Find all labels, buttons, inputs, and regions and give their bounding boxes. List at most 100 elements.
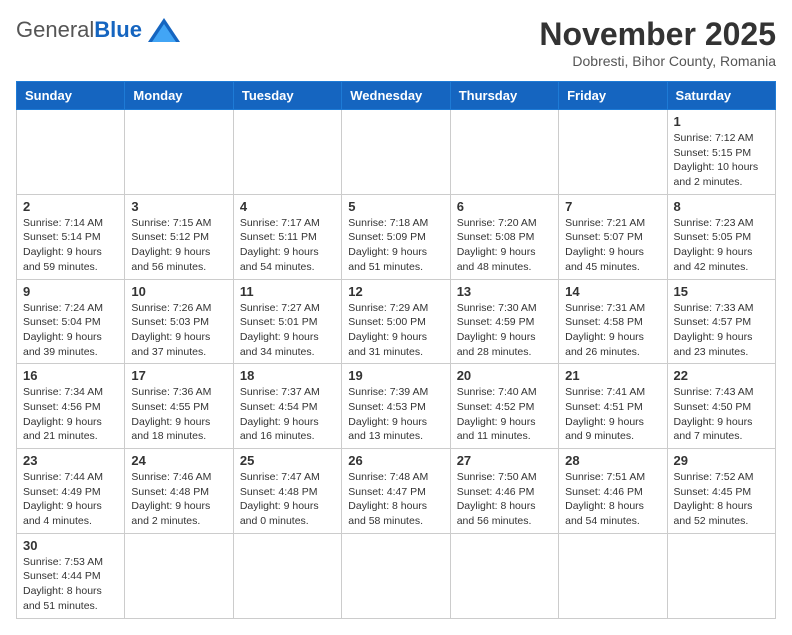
calendar-cell: 14Sunrise: 7:31 AM Sunset: 4:58 PM Dayli… [559,279,667,364]
day-number: 2 [23,199,118,214]
calendar-week-row: 30Sunrise: 7:53 AM Sunset: 4:44 PM Dayli… [17,533,776,618]
logo-area: General Blue [16,16,182,44]
day-info: Sunrise: 7:24 AM Sunset: 5:04 PM Dayligh… [23,301,118,360]
calendar-cell: 10Sunrise: 7:26 AM Sunset: 5:03 PM Dayli… [125,279,233,364]
day-number: 7 [565,199,660,214]
calendar-cell: 5 Sunrise: 7:18 AM Sunset: 5:09 PM Daylig… [342,194,450,279]
day-info: Sunrise: 7:51 AM Sunset: 4:46 PM Dayligh… [565,470,660,529]
day-number: 4 [240,199,335,214]
calendar-table: SundayMondayTuesdayWednesdayThursdayFrid… [16,81,776,619]
logo-icon [146,16,182,44]
calendar-cell: 3Sunrise: 7:15 AM Sunset: 5:12 PM Daylig… [125,194,233,279]
calendar-cell [233,533,341,618]
day-number: 26 [348,453,443,468]
weekday-header-thursday: Thursday [450,82,558,110]
logo: General Blue [16,16,182,44]
calendar-cell: 7Sunrise: 7:21 AM Sunset: 5:07 PM Daylig… [559,194,667,279]
calendar-cell: 22Sunrise: 7:43 AM Sunset: 4:50 PM Dayli… [667,364,775,449]
day-number: 23 [23,453,118,468]
day-info: Sunrise: 7:53 AM Sunset: 4:44 PM Dayligh… [23,555,118,614]
day-info: Sunrise: 7:27 AM Sunset: 5:01 PM Dayligh… [240,301,335,360]
day-number: 19 [348,368,443,383]
day-info: Sunrise: 7:30 AM Sunset: 4:59 PM Dayligh… [457,301,552,360]
calendar-cell [125,110,233,195]
calendar-cell: 16 Sunrise: 7:34 AM Sunset: 4:56 PM Dayli… [17,364,125,449]
day-number: 20 [457,368,552,383]
calendar-cell [450,110,558,195]
day-number: 17 [131,368,226,383]
weekday-header-sunday: Sunday [17,82,125,110]
calendar-cell [125,533,233,618]
calendar-cell: 25Sunrise: 7:47 AM Sunset: 4:48 PM Dayli… [233,449,341,534]
weekday-header-row: SundayMondayTuesdayWednesdayThursdayFrid… [17,82,776,110]
day-info: Sunrise: 7:17 AM Sunset: 5:11 PM Dayligh… [240,216,335,275]
calendar-cell: 21 Sunrise: 7:41 AM Sunset: 4:51 PM Dayli… [559,364,667,449]
day-info: Sunrise: 7:34 AM Sunset: 4:56 PM Dayligh… [23,385,118,444]
day-number: 12 [348,284,443,299]
day-info: Sunrise: 7:33 AM Sunset: 4:57 PM Dayligh… [674,301,769,360]
day-number: 22 [674,368,769,383]
day-info: Sunrise: 7:15 AM Sunset: 5:12 PM Dayligh… [131,216,226,275]
calendar-cell: 4 Sunrise: 7:17 AM Sunset: 5:11 PM Daylig… [233,194,341,279]
day-info: Sunrise: 7:20 AM Sunset: 5:08 PM Dayligh… [457,216,552,275]
day-number: 13 [457,284,552,299]
calendar-cell [342,110,450,195]
page-header: General Blue November 2025 Dobresti, Bih… [16,16,776,69]
calendar-week-row: 1Sunrise: 7:12 AM Sunset: 5:15 PM Daylig… [17,110,776,195]
day-info: Sunrise: 7:18 AM Sunset: 5:09 PM Dayligh… [348,216,443,275]
calendar-cell [233,110,341,195]
day-info: Sunrise: 7:36 AM Sunset: 4:55 PM Dayligh… [131,385,226,444]
calendar-cell: 6Sunrise: 7:20 AM Sunset: 5:08 PM Daylig… [450,194,558,279]
logo-general-text: General [16,17,94,43]
calendar-cell: 8 Sunrise: 7:23 AM Sunset: 5:05 PM Daylig… [667,194,775,279]
weekday-header-saturday: Saturday [667,82,775,110]
calendar-cell: 17 Sunrise: 7:36 AM Sunset: 4:55 PM Dayli… [125,364,233,449]
calendar-cell: 11Sunrise: 7:27 AM Sunset: 5:01 PM Dayli… [233,279,341,364]
day-number: 8 [674,199,769,214]
day-info: Sunrise: 7:39 AM Sunset: 4:53 PM Dayligh… [348,385,443,444]
day-info: Sunrise: 7:14 AM Sunset: 5:14 PM Dayligh… [23,216,118,275]
day-info: Sunrise: 7:44 AM Sunset: 4:49 PM Dayligh… [23,470,118,529]
calendar-cell [559,533,667,618]
calendar-subtitle: Dobresti, Bihor County, Romania [539,53,776,69]
calendar-cell [667,533,775,618]
calendar-cell: 12 Sunrise: 7:29 AM Sunset: 5:00 PM Dayli… [342,279,450,364]
day-info: Sunrise: 7:23 AM Sunset: 5:05 PM Dayligh… [674,216,769,275]
day-info: Sunrise: 7:41 AM Sunset: 4:51 PM Dayligh… [565,385,660,444]
calendar-cell: 28Sunrise: 7:51 AM Sunset: 4:46 PM Dayli… [559,449,667,534]
calendar-cell: 27Sunrise: 7:50 AM Sunset: 4:46 PM Dayli… [450,449,558,534]
day-number: 25 [240,453,335,468]
calendar-cell: 1Sunrise: 7:12 AM Sunset: 5:15 PM Daylig… [667,110,775,195]
weekday-header-friday: Friday [559,82,667,110]
calendar-cell: 29 Sunrise: 7:52 AM Sunset: 4:45 PM Dayli… [667,449,775,534]
day-number: 5 [348,199,443,214]
day-number: 16 [23,368,118,383]
calendar-cell [559,110,667,195]
day-number: 21 [565,368,660,383]
day-info: Sunrise: 7:29 AM Sunset: 5:00 PM Dayligh… [348,301,443,360]
calendar-cell: 13 Sunrise: 7:30 AM Sunset: 4:59 PM Dayli… [450,279,558,364]
calendar-cell: 23 Sunrise: 7:44 AM Sunset: 4:49 PM Dayli… [17,449,125,534]
calendar-week-row: 23 Sunrise: 7:44 AM Sunset: 4:49 PM Dayli… [17,449,776,534]
calendar-cell: 19 Sunrise: 7:39 AM Sunset: 4:53 PM Dayli… [342,364,450,449]
calendar-cell [342,533,450,618]
day-number: 29 [674,453,769,468]
day-info: Sunrise: 7:40 AM Sunset: 4:52 PM Dayligh… [457,385,552,444]
day-info: Sunrise: 7:46 AM Sunset: 4:48 PM Dayligh… [131,470,226,529]
calendar-cell: 20 Sunrise: 7:40 AM Sunset: 4:52 PM Dayli… [450,364,558,449]
calendar-cell: 15Sunrise: 7:33 AM Sunset: 4:57 PM Dayli… [667,279,775,364]
calendar-cell: 30Sunrise: 7:53 AM Sunset: 4:44 PM Dayli… [17,533,125,618]
day-number: 27 [457,453,552,468]
calendar-cell: 26Sunrise: 7:48 AM Sunset: 4:47 PM Dayli… [342,449,450,534]
calendar-week-row: 9Sunrise: 7:24 AM Sunset: 5:04 PM Daylig… [17,279,776,364]
day-number: 10 [131,284,226,299]
day-number: 18 [240,368,335,383]
day-info: Sunrise: 7:12 AM Sunset: 5:15 PM Dayligh… [674,131,769,190]
calendar-title: November 2025 [539,16,776,53]
title-area: November 2025 Dobresti, Bihor County, Ro… [539,16,776,69]
day-info: Sunrise: 7:31 AM Sunset: 4:58 PM Dayligh… [565,301,660,360]
day-info: Sunrise: 7:52 AM Sunset: 4:45 PM Dayligh… [674,470,769,529]
weekday-header-wednesday: Wednesday [342,82,450,110]
calendar-cell: 18Sunrise: 7:37 AM Sunset: 4:54 PM Dayli… [233,364,341,449]
day-number: 24 [131,453,226,468]
